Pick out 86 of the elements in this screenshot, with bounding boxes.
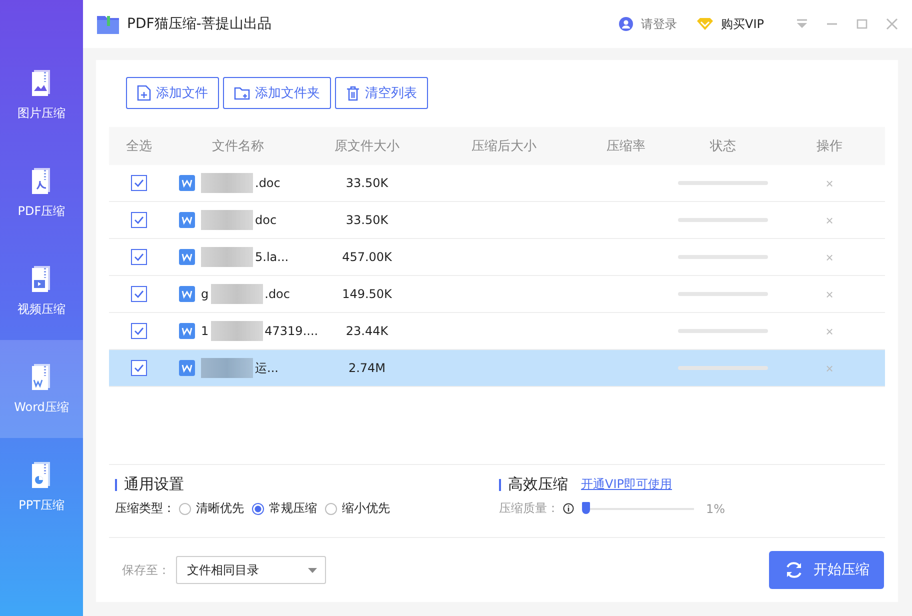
quality-reading: 1% xyxy=(706,502,726,516)
file-name: .doc xyxy=(255,176,280,190)
word-document-icon xyxy=(179,360,195,376)
word-document-icon xyxy=(179,286,195,302)
checkmark-icon xyxy=(134,179,144,187)
redaction-blur xyxy=(201,247,253,267)
sidebar-item[interactable]: Word压缩 xyxy=(0,340,83,438)
folder-logo-icon xyxy=(97,14,119,34)
section-title: 通用设置 xyxy=(124,475,184,494)
checkbox[interactable] xyxy=(131,286,147,302)
window-title: PDF猫压缩-菩提山出品 xyxy=(127,15,272,33)
column-header: 压缩率 xyxy=(606,138,646,155)
file-size: 33.50K xyxy=(346,176,388,190)
compression-type-label: 压缩类型： xyxy=(115,500,175,517)
caret-icon xyxy=(308,568,317,572)
user-icon xyxy=(619,17,634,31)
checkbox[interactable] xyxy=(131,249,147,265)
file-size: 33.50K xyxy=(346,213,388,227)
word-document-icon xyxy=(179,175,195,191)
radio-option[interactable]: 清晰优先 xyxy=(179,500,244,517)
file-name: 47319.... xyxy=(264,324,318,338)
column-header: 原文件大小 xyxy=(334,138,400,155)
buy-vip-link[interactable]: 购买VIP xyxy=(719,16,778,32)
file-name: g xyxy=(201,287,209,301)
file-size: 457.00K xyxy=(342,250,392,264)
radio-option[interactable]: 常规压缩 xyxy=(252,500,317,517)
column-header[interactable]: 全选 xyxy=(109,137,169,155)
add-file-icon xyxy=(137,85,151,101)
column-header: 操作 xyxy=(816,138,844,155)
sidebar-item[interactable]: PDF压缩 xyxy=(0,144,83,242)
radio-option[interactable]: 缩小优先 xyxy=(325,500,390,517)
info-icon xyxy=(563,503,574,514)
file-size: 149.50K xyxy=(342,287,392,301)
checkmark-icon xyxy=(134,327,144,335)
image-file-icon xyxy=(30,68,52,96)
start-compress-button[interactable]: 开始压缩 xyxy=(769,551,884,589)
clear-list-button[interactable]: 清空列表 xyxy=(335,77,428,109)
word-document-icon xyxy=(179,249,195,265)
video-file-icon xyxy=(30,264,52,292)
add-folder-button[interactable]: 添加文件夹 xyxy=(223,77,331,109)
sidebar-item[interactable]: PPT压缩 xyxy=(0,438,83,536)
column-header: 文件名称 xyxy=(211,138,265,155)
login-link[interactable]: 请登录 xyxy=(639,16,692,32)
table-row[interactable]: 运... 2.74M × xyxy=(109,350,885,387)
diamond-icon xyxy=(697,18,714,30)
file-size: 2.74M xyxy=(348,361,386,375)
table-row[interactable]: g .doc 149.50K × xyxy=(109,276,885,313)
file-name: 运... xyxy=(255,360,278,376)
table-row[interactable]: .doc 33.50K × xyxy=(109,165,885,202)
checkmark-icon xyxy=(134,216,144,224)
section-title: 高效压缩 xyxy=(508,475,568,494)
redaction-blur xyxy=(201,358,253,378)
file-size: 23.44K xyxy=(346,324,388,338)
table-row[interactable]: doc 33.50K × xyxy=(109,202,885,239)
sidebar-item[interactable]: 图片压缩 xyxy=(0,46,83,144)
checkbox[interactable] xyxy=(131,175,147,191)
vip-link[interactable]: 开通VIP即可使用 xyxy=(581,476,672,493)
quality-label: 压缩质量： xyxy=(499,500,559,517)
checkbox[interactable] xyxy=(131,360,147,376)
file-name: 5.la... xyxy=(255,250,289,264)
table-row[interactable]: 5.la... 457.00K × xyxy=(109,239,885,276)
checkmark-icon xyxy=(134,364,144,372)
redaction-blur xyxy=(201,173,253,193)
checkbox[interactable] xyxy=(131,212,147,228)
trash-icon xyxy=(346,86,360,100)
column-header: 压缩后大小 xyxy=(470,138,538,155)
chart-file-icon xyxy=(30,460,52,488)
redaction-blur xyxy=(210,321,263,341)
word-file-icon xyxy=(30,362,52,390)
add-folder-icon xyxy=(234,86,250,100)
pdf-file-icon xyxy=(30,166,52,194)
sidebar-item[interactable]: 视频压缩 xyxy=(0,242,83,340)
checkbox[interactable] xyxy=(131,323,147,339)
add-file-button[interactable]: 添加文件 xyxy=(126,77,219,109)
redaction-blur xyxy=(201,210,253,230)
file-name: doc xyxy=(255,213,277,227)
redaction-blur xyxy=(210,284,263,304)
checkmark-icon xyxy=(134,290,144,298)
column-header: 状态 xyxy=(708,138,737,155)
save-location-dropdown[interactable]: 文件相同目录 xyxy=(176,556,326,584)
file-name: 1 xyxy=(201,324,209,338)
word-document-icon xyxy=(179,212,195,228)
checkmark-icon xyxy=(134,253,144,261)
save-to-label: 保存至： xyxy=(122,562,170,578)
file-name: .doc xyxy=(264,287,290,301)
word-document-icon xyxy=(179,323,195,339)
